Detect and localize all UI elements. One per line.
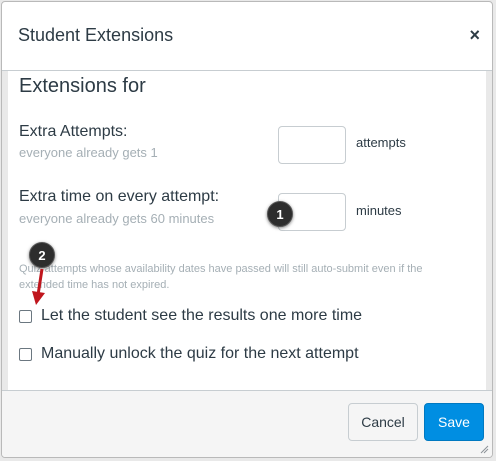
dialog-footer: Cancel Save	[2, 390, 492, 457]
resize-grip-icon[interactable]	[479, 444, 489, 454]
see-results-checkbox[interactable]	[19, 309, 32, 323]
see-results-label[interactable]: Let the student see the results one more…	[41, 307, 362, 325]
dialog-header: Student Extensions ×	[2, 2, 492, 71]
auto-submit-note: Quiz attempts whose availability dates h…	[19, 263, 423, 291]
extra-time-hint: everyone already gets 60 minutes	[19, 211, 215, 226]
extra-time-label: Extra time on every attempt:	[19, 188, 220, 205]
section-title: Extensions for	[19, 75, 146, 97]
option-unlock-quiz[interactable]: Manually unlock the quiz for the next at…	[19, 345, 359, 363]
callout-badge-2: 2	[29, 242, 55, 268]
extra-attempts-label: Extra Attempts:	[19, 123, 128, 140]
callout-arrow-icon	[32, 268, 45, 305]
unlock-quiz-label[interactable]: Manually unlock the quiz for the next at…	[41, 345, 359, 363]
save-button[interactable]: Save	[424, 403, 484, 441]
dialog-body: Extensions for Extra Attempts: everyone …	[2, 71, 492, 393]
dialog-title: Student Extensions	[18, 25, 174, 45]
student-extensions-dialog: Student Extensions × Extensions for Extr…	[1, 1, 493, 458]
unlock-quiz-checkbox[interactable]	[19, 347, 32, 361]
close-icon[interactable]: ×	[469, 26, 480, 44]
cancel-button[interactable]: Cancel	[348, 403, 418, 441]
callout-badge-1: 1	[267, 201, 293, 227]
extra-attempts-input[interactable]	[278, 126, 346, 164]
extra-attempts-unit: attempts	[356, 135, 406, 150]
extra-time-unit: minutes	[356, 203, 402, 218]
option-see-results[interactable]: Let the student see the results one more…	[19, 307, 362, 325]
extra-attempts-hint: everyone already gets 1	[19, 145, 158, 160]
